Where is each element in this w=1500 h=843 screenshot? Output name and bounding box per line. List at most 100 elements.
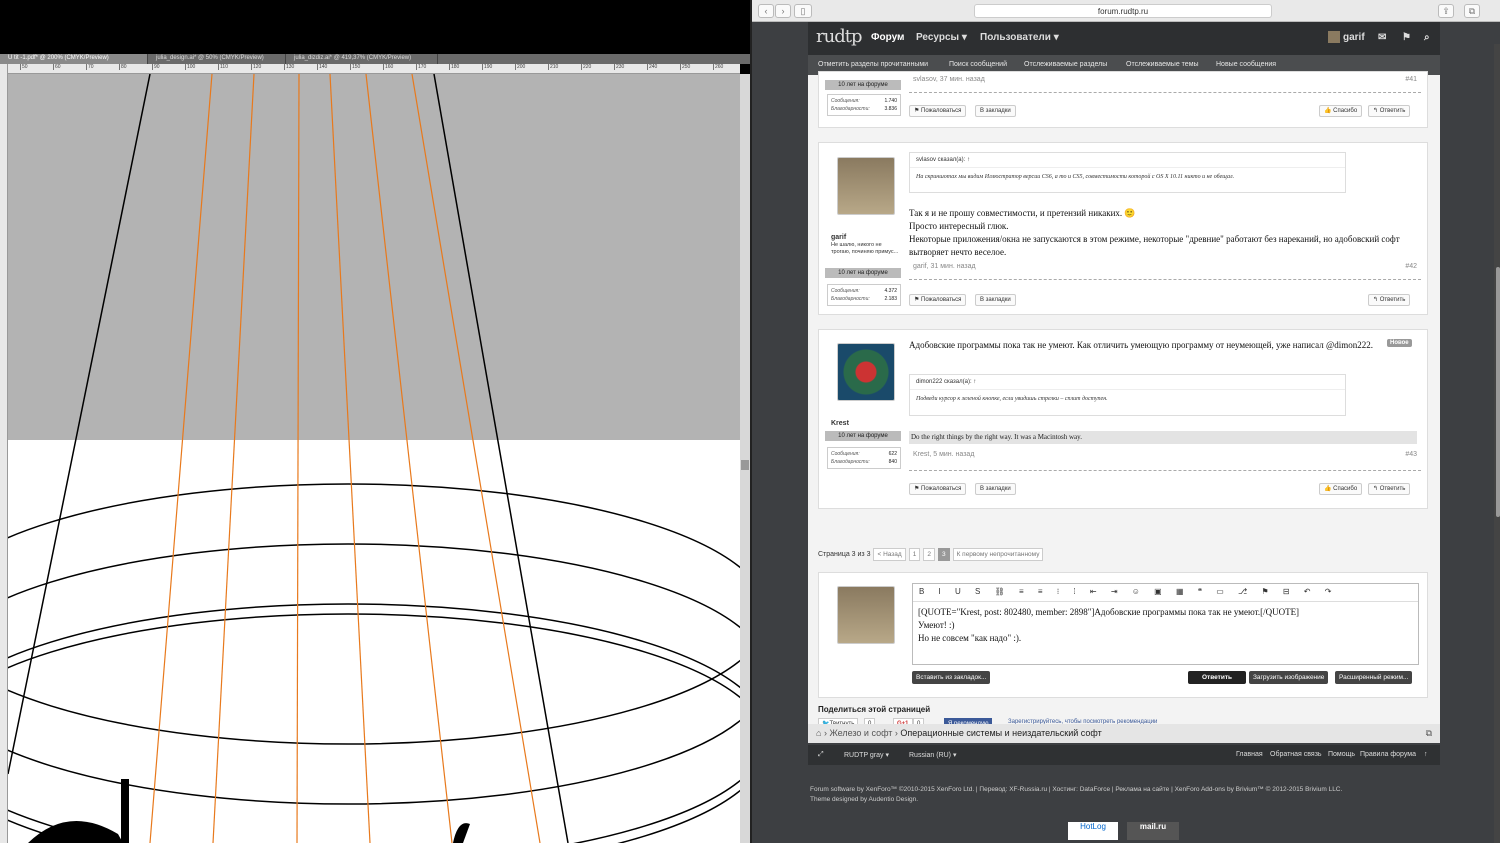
first-unread-link[interactable]: К первому непрочитанному — [952, 547, 1044, 561]
quote-block: svlasov сказал(а): ↑ На скриншотах мы ви… — [909, 152, 1346, 193]
nav-resources[interactable]: Ресурсы ▾ — [916, 32, 967, 43]
scroll-thumb[interactable] — [1496, 267, 1500, 517]
post-line: Просто интересный глюк. — [909, 221, 1009, 231]
tenure-badge: 10 лет на форуме — [825, 431, 901, 441]
post-meta[interactable]: garif, 31 мин. назад — [913, 263, 976, 270]
flag-icon[interactable]: ⚑ — [1402, 32, 1411, 43]
post-meta[interactable]: Krest, 5 мин. назад — [913, 451, 974, 458]
user-avatar[interactable] — [1328, 31, 1340, 43]
doc-tab-1[interactable]: U tit -1.pdf* @ 200% (CMYK/Preview) — [0, 54, 148, 64]
reply-editor[interactable]: B I U S ⛓ ≡ ≡ ⁝ ⁞ ⇤ ⇥ ☺ ▣ ▦ ❝ ▭ ⎇ ⚑ ⊟ ↶ … — [912, 583, 1419, 665]
thanks-button[interactable]: 👍 Спасибо — [1319, 105, 1363, 117]
sitemap-icon[interactable]: ⧉ — [1426, 728, 1432, 739]
site-logo[interactable]: rudtp — [816, 26, 862, 47]
button-label: Спасибо — [1333, 486, 1358, 492]
page-scrollbar[interactable] — [1494, 44, 1500, 843]
avatar[interactable] — [837, 343, 895, 401]
quote-header[interactable]: dimon222 сказал(а): ↑ — [910, 375, 1345, 390]
ruler-mark: 250 — [680, 64, 691, 70]
subnav-search[interactable]: Поиск сообщений — [949, 61, 1007, 68]
doc-tab-2[interactable]: julia_design.ai* @ 50% (CMYK/Preview) — [148, 54, 286, 64]
post-number[interactable]: #41 — [1405, 76, 1417, 83]
footer-rules[interactable]: Правила форума — [1360, 751, 1416, 758]
footer-help[interactable]: Помощь — [1328, 751, 1355, 758]
report-button[interactable]: ⚑ Пожаловаться — [909, 483, 967, 495]
quote-body: Подведи курсор к зеленой кнопке, если ув… — [916, 396, 1108, 402]
copyright-line: Forum software by XenForo™ ©2010-2015 Xe… — [810, 786, 1343, 793]
copyright: Forum software by XenForo™ ©2010-2015 Xe… — [810, 785, 1430, 805]
page-2[interactable]: 2 — [923, 547, 935, 561]
subnav-watched-threads[interactable]: Отслеживаемые темы — [1126, 61, 1199, 68]
style-chooser[interactable]: RUDTP gray ▾ — [844, 751, 889, 759]
expand-icon[interactable]: ⤢ — [818, 751, 824, 759]
reply-icon: ↰ — [1373, 486, 1380, 492]
stat-messages: 1.740 — [884, 98, 897, 104]
report-button[interactable]: ⚑ Пожаловаться — [909, 105, 967, 117]
editor-textarea[interactable]: [QUOTE="Krest, post: 802480, member: 289… — [913, 602, 1418, 649]
forward-icon[interactable]: › — [775, 4, 791, 18]
post-number[interactable]: #43 — [1405, 451, 1417, 458]
back-icon[interactable]: ‹ — [758, 4, 774, 18]
nav-users[interactable]: Пользователи ▾ — [980, 32, 1059, 43]
canvas-scrollbar[interactable] — [740, 74, 750, 843]
top-navigation: rudtp Форум Ресурсы ▾ Пользователи ▾ gar… — [808, 22, 1440, 55]
ruler-mark: 80 — [119, 64, 127, 70]
button-label: Спасибо — [1333, 108, 1358, 114]
nav-username[interactable]: garif — [1343, 32, 1365, 43]
address-bar[interactable]: forum.rudtp.ru — [974, 4, 1272, 18]
stat-likes: 2.183 — [884, 296, 897, 302]
ruler-mark: 170 — [416, 64, 427, 70]
upload-image-button[interactable]: Загрузить изображение — [1249, 671, 1329, 684]
crumb-forum[interactable]: Операционные системы и неиздательский со… — [900, 728, 1101, 738]
post-meta[interactable]: svlasov, 37 мин. назад — [913, 76, 985, 83]
user-title: Не шалю, никого не трогаю, починяю приму… — [831, 242, 899, 255]
thanks-button[interactable]: 👍 Спасибо — [1319, 483, 1363, 495]
reply-button[interactable]: ↰ Ответить — [1368, 483, 1411, 495]
doc-tab-3[interactable]: julia_dizdiz.ai* @ 419,37% (CMYK/Preview… — [286, 54, 438, 64]
subnav-watched-forums[interactable]: Отслеживаемые разделы — [1024, 61, 1107, 68]
username[interactable]: Krest — [831, 420, 849, 427]
ruler-mark: 220 — [581, 64, 592, 70]
scroll-thumb[interactable] — [741, 460, 749, 470]
reply-button[interactable]: ↰ Ответить — [1368, 294, 1411, 306]
post-43: Krest 10 лет на форуме Сообщения: 622 Бла… — [818, 329, 1428, 509]
envelope-icon[interactable]: ✉ — [1378, 32, 1386, 43]
artboard[interactable] — [8, 74, 740, 843]
subnav-new-posts[interactable]: Новые сообщения — [1216, 61, 1276, 68]
submit-reply-button[interactable]: Ответить — [1188, 671, 1246, 684]
share-icon[interactable]: ⇪ — [1438, 4, 1454, 18]
avatar[interactable] — [837, 157, 895, 215]
advanced-mode-button[interactable]: Расширенный режим... — [1335, 671, 1413, 684]
language-chooser[interactable]: Russian (RU) ▾ — [909, 751, 956, 759]
tabs-icon[interactable]: ⧉ — [1464, 4, 1480, 18]
hotlog-counter[interactable]: HotLog — [1068, 822, 1118, 840]
bookmark-button[interactable]: В закладки — [975, 294, 1016, 306]
search-icon[interactable]: ⌕ — [1424, 32, 1430, 43]
reply-button[interactable]: ↰ Ответить — [1368, 105, 1411, 117]
crumb-category[interactable]: Железо и софт — [829, 728, 892, 738]
bookmark-button[interactable]: В закладки — [975, 105, 1016, 117]
editor-toolbar[interactable]: B I U S ⛓ ≡ ≡ ⁝ ⁞ ⇤ ⇥ ☺ ▣ ▦ ❝ ▭ ⎇ ⚑ ⊟ ↶ … — [913, 584, 1418, 602]
subnav-mark-read[interactable]: Отметить разделы прочитанными — [818, 61, 928, 68]
post-number[interactable]: #42 — [1405, 263, 1417, 270]
username[interactable]: garif — [831, 234, 846, 241]
post-41: 10 лет на форуме Сообщения: 1.740 Благода… — [818, 71, 1428, 128]
home-icon[interactable]: ⌂ — [816, 728, 821, 738]
signature: Do the right things by the right way. It… — [909, 431, 1417, 444]
button-label: Ответить — [1379, 486, 1406, 492]
scroll-top-icon[interactable]: ↑ — [1424, 751, 1428, 758]
page-prev[interactable]: < Назад — [873, 547, 906, 561]
nav-forum[interactable]: Форум — [871, 32, 904, 43]
footer-feedback[interactable]: Обратная связь — [1270, 751, 1322, 758]
page-3[interactable]: 3 — [937, 547, 950, 561]
footer-home[interactable]: Главная — [1236, 751, 1263, 758]
page-1[interactable]: 1 — [908, 547, 921, 561]
sidebar-icon[interactable]: ▯ — [794, 4, 812, 18]
bookmark-button[interactable]: В закладки — [975, 483, 1016, 495]
insert-bookmark-button[interactable]: Вставить из закладок... — [912, 671, 991, 684]
quote-header[interactable]: svlasov сказал(а): ↑ — [910, 153, 1345, 168]
mailru-counter[interactable]: mail.ru — [1127, 822, 1179, 840]
document-tabs: U tit -1.pdf* @ 200% (CMYK/Preview) juli… — [0, 54, 750, 64]
browser-window: ‹ › ▯ forum.rudtp.ru ⇪ ⧉ rudtp Форум Рес… — [750, 0, 1500, 843]
report-button[interactable]: ⚑ Пожаловаться — [909, 294, 967, 306]
